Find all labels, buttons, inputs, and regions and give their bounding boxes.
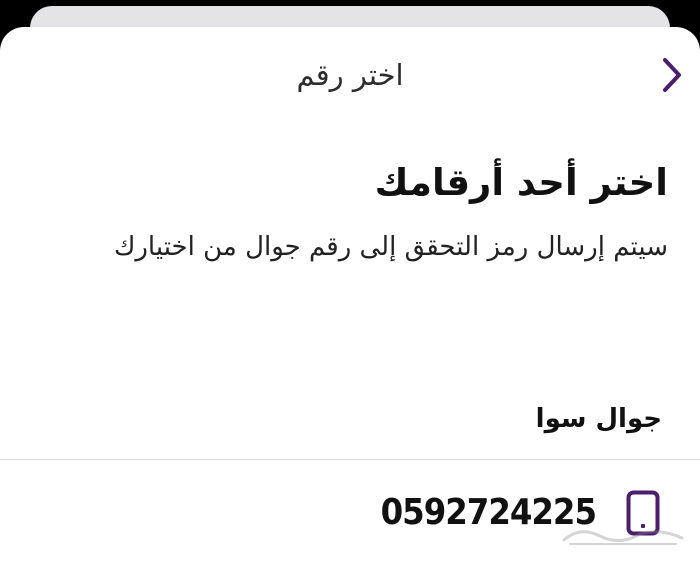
page-heading: اختر أحد أرقامك bbox=[374, 161, 668, 204]
header-title: اختر رقم bbox=[296, 58, 404, 92]
phone-number-option[interactable]: 0592724225 bbox=[0, 460, 700, 574]
bottom-sheet: اختر رقم اختر أحد أرقامك سيتم إرسال رمز … bbox=[0, 27, 700, 574]
watermark-logo bbox=[562, 530, 684, 545]
sheet-header: اختر رقم bbox=[0, 27, 700, 123]
section-label: جوال سوا bbox=[535, 404, 662, 434]
back-button[interactable] bbox=[650, 53, 694, 97]
page-subtitle: سيتم إرسال رمز التحقق إلى رقم جوال من اخ… bbox=[113, 232, 668, 262]
chevron-right-icon bbox=[663, 58, 681, 92]
